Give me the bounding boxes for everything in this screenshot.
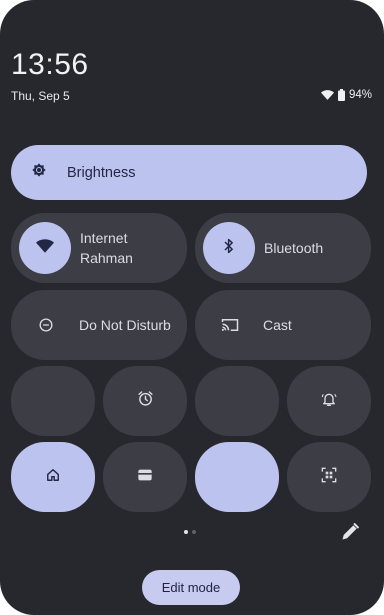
internet-subtitle: Rahman bbox=[80, 250, 133, 266]
do-not-disturb-label: Do Not Disturb bbox=[79, 317, 171, 333]
internet-title: Internet bbox=[80, 230, 128, 246]
wallet-icon bbox=[137, 468, 153, 487]
qr-scanner-tile[interactable] bbox=[287, 442, 371, 512]
bluetooth-text: Bluetooth bbox=[264, 238, 323, 258]
internet-text: Internet Rahman bbox=[80, 228, 133, 268]
cast-tile[interactable]: Cast bbox=[195, 290, 371, 360]
wifi-icon bbox=[36, 238, 54, 258]
clock-time[interactable]: 13:56 bbox=[11, 48, 89, 82]
page-dot bbox=[192, 530, 196, 534]
quick-tile-blank-1[interactable] bbox=[11, 366, 95, 436]
home-icon bbox=[46, 468, 60, 487]
brightness-icon bbox=[31, 162, 47, 183]
page-indicator bbox=[184, 530, 196, 534]
quick-tile-blank-2[interactable] bbox=[195, 366, 279, 436]
bluetooth-title: Bluetooth bbox=[264, 240, 324, 256]
home-controls-tile[interactable] bbox=[11, 442, 95, 512]
do-not-disturb-icon bbox=[31, 318, 61, 332]
internet-tile[interactable]: Internet Rahman bbox=[11, 213, 187, 283]
bluetooth-icon bbox=[223, 238, 235, 259]
cast-icon bbox=[215, 318, 245, 332]
wallet-tile[interactable] bbox=[103, 442, 187, 512]
bluetooth-icon-circle bbox=[203, 222, 255, 274]
edit-pencil-icon[interactable] bbox=[340, 522, 360, 542]
bluetooth-tile[interactable]: Bluetooth bbox=[195, 213, 371, 283]
internet-icon-circle bbox=[19, 222, 71, 274]
sound-vibrate-tile[interactable] bbox=[287, 366, 371, 436]
vibrate-bell-icon bbox=[321, 391, 337, 412]
brightness-slider[interactable]: Brightness bbox=[11, 145, 367, 200]
status-icons: 94% bbox=[320, 89, 372, 101]
page-dot-active bbox=[184, 530, 188, 534]
battery-percent: 94% bbox=[348, 89, 372, 101]
do-not-disturb-tile[interactable]: Do Not Disturb bbox=[11, 290, 187, 360]
date-label[interactable]: Thu, Sep 5 bbox=[11, 89, 70, 103]
brightness-label: Brightness bbox=[67, 164, 136, 181]
alarm-tile[interactable] bbox=[103, 366, 187, 436]
cast-label: Cast bbox=[263, 317, 292, 333]
battery-icon bbox=[337, 89, 345, 101]
qr-scanner-icon bbox=[321, 467, 337, 488]
alarm-icon bbox=[137, 390, 154, 412]
quick-settings-panel: 13:56 Thu, Sep 5 94% Brightness Internet… bbox=[0, 0, 384, 615]
edit-mode-button[interactable]: Edit mode bbox=[142, 570, 240, 605]
wifi-status-icon bbox=[320, 90, 334, 100]
quick-tile-blank-active[interactable] bbox=[195, 442, 279, 512]
